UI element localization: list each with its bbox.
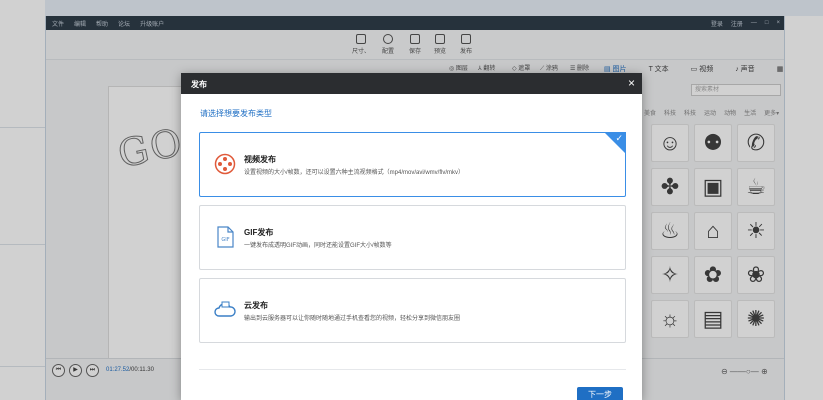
- dialog-divider: [199, 369, 626, 370]
- option-gif-publish[interactable]: GIF GIF发布 一键发布成透明GIF动画，同时还能设置GIF大小/帧数等: [199, 205, 626, 270]
- checkmark-icon: ✓: [615, 133, 623, 143]
- option-video-publish[interactable]: 视频发布 设置视频的大小/帧数，还可以设置六种主流视频格式（mp4/mov/av…: [199, 132, 626, 197]
- dialog-title: 发布: [191, 80, 207, 89]
- option-description: 设置视频的大小/帧数，还可以设置六种主流视频格式（mp4/mov/avi/wmv…: [244, 170, 465, 176]
- option-title: 视频发布: [244, 155, 276, 164]
- gif-file-icon: GIF: [217, 226, 234, 248]
- option-description: 一键发布成透明GIF动画，同时还能设置GIF大小/帧数等: [244, 243, 392, 249]
- option-title: 云发布: [244, 301, 268, 310]
- option-cloud-publish[interactable]: 云发布 输出到云服务器可以让你随时随地通过手机查看您的视频，轻松分享到微信朋友圈: [199, 278, 626, 343]
- video-reel-icon: [214, 153, 236, 175]
- dialog-header: 发布 ×: [181, 73, 642, 94]
- next-button[interactable]: 下一步: [577, 387, 623, 400]
- option-title: GIF发布: [244, 228, 274, 237]
- dialog-prompt: 请选择想要发布类型: [200, 109, 272, 118]
- option-description: 输出到云服务器可以让你随时随地通过手机查看您的视频，轻松分享到微信朋友圈: [244, 316, 461, 322]
- cloud-icon: [214, 301, 236, 317]
- publish-dialog: 发布 × 请选择想要发布类型 视频发布 设置视频的大小/帧数，还可以设置六种主流…: [181, 73, 642, 400]
- svg-text:GIF: GIF: [221, 237, 229, 243]
- close-icon[interactable]: ×: [628, 76, 635, 90]
